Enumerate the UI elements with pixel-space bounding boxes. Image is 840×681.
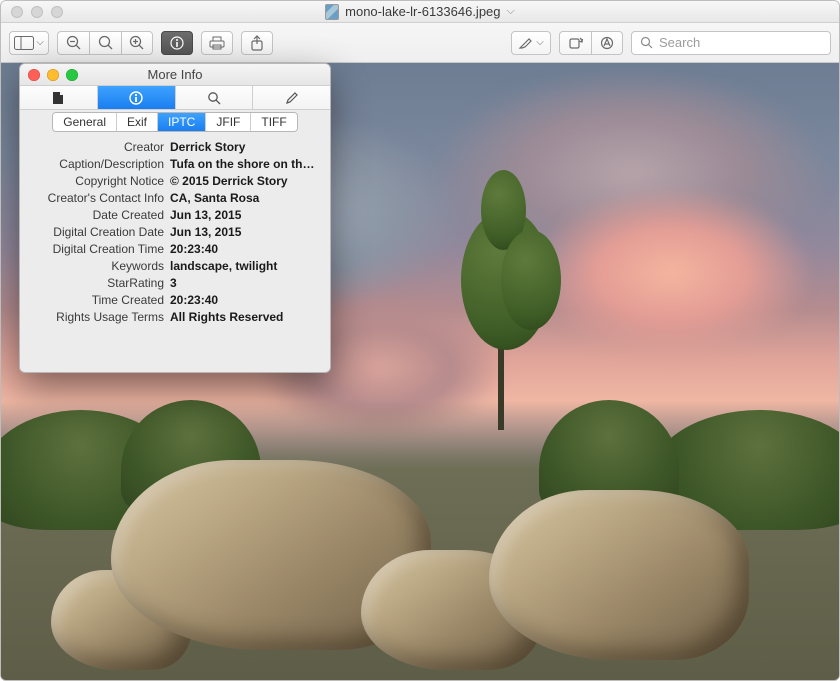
row-time-created: Time Created20:23:40	[30, 292, 320, 308]
search-placeholder: Search	[659, 35, 700, 50]
panel-toolbar-edit[interactable]	[253, 86, 330, 109]
window-filename: mono-lake-lr-6133646.jpeg	[345, 4, 500, 19]
row-creator: CreatorDerrick Story	[30, 139, 320, 155]
print-button[interactable]	[201, 31, 233, 55]
preview-window: mono-lake-lr-6133646.jpeg ⌵ ⌵ ⌵ Search	[0, 0, 840, 681]
info-button[interactable]	[161, 31, 193, 55]
panel-toolbar-file[interactable]	[20, 86, 98, 109]
zoom-dot[interactable]	[51, 6, 63, 18]
panel-title: More Info	[148, 67, 203, 82]
zoom-actual-button[interactable]	[89, 31, 121, 55]
title-chevron-icon[interactable]: ⌵	[507, 5, 515, 18]
window-titlebar: mono-lake-lr-6133646.jpeg ⌵	[1, 1, 839, 23]
zoom-group	[57, 31, 153, 55]
rotate-button[interactable]	[559, 31, 591, 55]
row-star-rating: StarRating3	[30, 275, 320, 291]
panel-tab-row: General Exif IPTC JFIF TIFF	[20, 110, 330, 132]
zoom-in-button[interactable]	[121, 31, 153, 55]
jpeg-file-icon	[325, 4, 339, 20]
iptc-body: CreatorDerrick Story Caption/Description…	[20, 132, 330, 372]
tab-exif[interactable]: Exif	[117, 113, 158, 131]
tab-tiff[interactable]: TIFF	[251, 113, 296, 131]
panel-titlebar[interactable]: More Info	[20, 64, 330, 86]
panel-toolbar-info[interactable]	[98, 86, 176, 109]
row-date-created: Date CreatedJun 13, 2015	[30, 207, 320, 223]
row-copyright: Copyright Notice© 2015 Derrick Story	[30, 173, 320, 189]
panel-traffic-lights[interactable]	[28, 69, 78, 81]
window-title: mono-lake-lr-6133646.jpeg ⌵	[325, 4, 515, 20]
tab-jfif[interactable]: JFIF	[206, 113, 251, 131]
share-button[interactable]	[241, 31, 273, 55]
panel-toolbar-search[interactable]	[176, 86, 254, 109]
row-digital-creation-time: Digital Creation Time20:23:40	[30, 241, 320, 257]
traffic-lights-inactive[interactable]	[11, 6, 63, 18]
more-info-panel: More Info General Exif IPTC JFIF TIFF Cr…	[19, 63, 331, 373]
row-caption: Caption/DescriptionTufa on the shore on …	[30, 156, 320, 172]
zoom-out-button[interactable]	[57, 31, 89, 55]
panel-zoom-button[interactable]	[66, 69, 78, 81]
panel-close-button[interactable]	[28, 69, 40, 81]
highlight-button[interactable]: ⌵	[511, 31, 551, 55]
search-icon	[640, 36, 653, 49]
tab-iptc[interactable]: IPTC	[158, 113, 206, 131]
row-digital-creation-date: Digital Creation DateJun 13, 2015	[30, 224, 320, 240]
close-dot[interactable]	[11, 6, 23, 18]
row-keywords: Keywordslandscape, twilight	[30, 258, 320, 274]
markup-button[interactable]	[591, 31, 623, 55]
panel-toolbar	[20, 86, 330, 110]
tab-general[interactable]: General	[53, 113, 117, 131]
edit-group	[559, 31, 623, 55]
minimize-dot[interactable]	[31, 6, 43, 18]
sidebar-toggle-button[interactable]: ⌵	[9, 31, 49, 55]
search-field[interactable]: Search	[631, 31, 831, 55]
row-rights-usage: Rights Usage TermsAll Rights Reserved	[30, 309, 320, 325]
row-contact: Creator's Contact InfoCA, Santa Rosa	[30, 190, 320, 206]
main-toolbar: ⌵ ⌵ Search	[1, 23, 839, 63]
panel-minimize-button[interactable]	[47, 69, 59, 81]
